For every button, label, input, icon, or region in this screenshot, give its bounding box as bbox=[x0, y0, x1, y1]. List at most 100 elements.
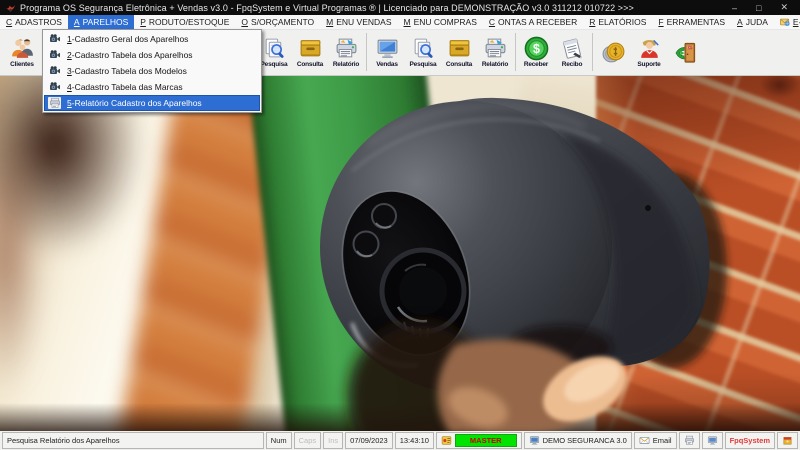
toolbar-button-sair[interactable]: EXIT bbox=[667, 29, 703, 75]
toolbar-button-consulta-1[interactable]: Consulta bbox=[292, 29, 328, 75]
camera-icon bbox=[49, 50, 60, 58]
menu-item-label: 5-Relatório Cadastro dos Aparelhos bbox=[67, 98, 202, 108]
monitor-small-icon bbox=[707, 436, 717, 445]
toolbar-button-label: Relatório bbox=[481, 61, 509, 68]
menu-item-label: 3-Cadastro Tabela dos Modelos bbox=[67, 66, 187, 76]
toolbar-separator bbox=[366, 33, 367, 71]
app-window: Programa OS Segurança Eletrônica + Venda… bbox=[0, 0, 800, 450]
menu-item-cadastro-tabela-aparelhos[interactable]: 2-Cadastro Tabela dos Aparelhos bbox=[44, 47, 260, 63]
toolbar-button-suporte[interactable]: Suporte bbox=[631, 29, 667, 75]
menu-item-label: 4-Cadastro Tabela das Marcas bbox=[67, 82, 183, 92]
toolbar-button-label: Consulta bbox=[445, 61, 473, 68]
toolbar-button-vendas[interactable]: Vendas bbox=[369, 29, 405, 75]
camera-photo bbox=[0, 75, 800, 433]
status-company: DEMO SEGURANCA 3.0 bbox=[523, 432, 632, 449]
status-date: 07/09/2023 bbox=[345, 432, 393, 449]
camera-screw bbox=[645, 205, 651, 211]
toolbar-separator bbox=[515, 33, 516, 71]
printer-icon bbox=[485, 38, 505, 58]
menu-item-cadastro-tabela-marcas[interactable]: 4-Cadastro Tabela das Marcas bbox=[44, 79, 260, 95]
toolbar-button-label: Relatório bbox=[332, 61, 360, 68]
statusbar: Pesquisa Relatório dos Aparelhos Num Cap… bbox=[0, 431, 800, 450]
toolbar-button-label: Vendas bbox=[376, 61, 398, 68]
status-num-lock: Num bbox=[265, 432, 292, 449]
exit-door-icon: EXIT bbox=[675, 42, 695, 63]
status-message: Pesquisa Relatório dos Aparelhos bbox=[2, 432, 264, 449]
drawer-icon bbox=[300, 40, 320, 57]
menu-ajuda[interactable]: A JUDA bbox=[731, 15, 774, 29]
menu-email[interactable]: E-MAIL bbox=[774, 15, 800, 29]
printer-small-icon bbox=[684, 435, 694, 445]
toolbar-button-label: Suporte bbox=[637, 61, 661, 68]
toolbar-button-consulta-2[interactable]: Consulta bbox=[441, 29, 477, 75]
support-icon bbox=[640, 39, 659, 58]
email-icon bbox=[779, 18, 790, 27]
status-user-panel: MASTER bbox=[435, 432, 522, 449]
status-brand: FpqSystem bbox=[724, 432, 775, 449]
svg-text:EXIT: EXIT bbox=[686, 45, 692, 49]
status-email-button[interactable]: Email bbox=[633, 432, 677, 449]
menu-cadastros[interactable]: C ADASTROS bbox=[0, 15, 68, 29]
drawer-icon bbox=[449, 40, 469, 57]
camera-icon bbox=[49, 82, 60, 90]
menu-relatorios[interactable]: R ELATÓRIOS bbox=[583, 15, 652, 29]
toolbar-button-label: Pesquisa bbox=[409, 61, 437, 68]
toolbar-button-receber[interactable]: $ Receber bbox=[518, 29, 554, 75]
search-doc-icon bbox=[414, 38, 433, 58]
toolbar-button-label: Recibo bbox=[561, 61, 583, 68]
box-icon bbox=[783, 437, 792, 445]
status-insert: Ins bbox=[323, 432, 344, 449]
toolbar-button-label: Pesquisa bbox=[260, 61, 288, 68]
maximize-button[interactable]: □ bbox=[756, 3, 761, 13]
camera-icon bbox=[49, 66, 60, 74]
menubar: C ADASTROS A PARELHOS P RODUTO/ESTOQUE O S/O… bbox=[0, 15, 800, 30]
toolbar-button-clientes[interactable]: Clientes bbox=[0, 29, 44, 75]
menu-menu-vendas[interactable]: M ENU VENDAS bbox=[320, 15, 397, 29]
menu-menu-compras[interactable]: M ENU COMPRAS bbox=[398, 15, 483, 29]
menu-item-cadastro-geral-aparelhos[interactable]: 1-Cadastro Geral dos Aparelhos bbox=[44, 31, 260, 47]
toolbar-button-label: Consulta bbox=[296, 61, 324, 68]
window-title: Programa OS Segurança Eletrônica + Venda… bbox=[20, 2, 634, 13]
menu-aparelhos[interactable]: A PARELHOS bbox=[67, 15, 135, 29]
status-fpq-button[interactable] bbox=[777, 432, 798, 449]
toolbar-button-moeda[interactable] bbox=[595, 29, 631, 75]
status-print-button[interactable] bbox=[678, 432, 700, 449]
toolbar-separator bbox=[592, 33, 593, 71]
monitor-icon bbox=[377, 39, 397, 58]
close-button[interactable]: ✕ bbox=[780, 2, 788, 13]
menu-ferramentas[interactable]: F ERRAMENTAS bbox=[652, 15, 731, 29]
search-doc-icon bbox=[265, 38, 284, 58]
toolbar-button-relatorio-1[interactable]: Relatório bbox=[328, 29, 364, 75]
status-caps-lock: Caps bbox=[293, 432, 322, 449]
menu-item-label: 1-Cadastro Geral dos Aparelhos bbox=[67, 34, 189, 44]
menu-item-label: 2-Cadastro Tabela dos Aparelhos bbox=[67, 50, 193, 60]
toolbar-button-relatorio-2[interactable]: Relatório bbox=[477, 29, 513, 75]
titlebar: Programa OS Segurança Eletrônica + Venda… bbox=[0, 0, 800, 15]
status-time: 13:43:10 bbox=[394, 432, 434, 449]
minimize-button[interactable]: – bbox=[732, 3, 737, 13]
menu-item-relatorio-cadastro-aparelhos[interactable]: 5-Relatório Cadastro dos Aparelhos bbox=[44, 95, 260, 111]
menu-os-orcamento[interactable]: O S/ORÇAMENTO bbox=[235, 15, 320, 29]
status-user-badge: MASTER bbox=[454, 434, 517, 447]
toolbar-button-label: Clientes bbox=[10, 61, 34, 68]
menu-produto-estoque[interactable]: P RODUTO/ESTOQUE bbox=[134, 15, 235, 29]
menu-item-cadastro-tabela-modelos[interactable]: 3-Cadastro Tabela dos Modelos bbox=[44, 63, 260, 79]
toolbar-button-pesquisa-2[interactable]: Pesquisa bbox=[405, 29, 441, 75]
status-monitor-button[interactable] bbox=[701, 432, 723, 449]
envelope-icon bbox=[639, 437, 650, 444]
menu-contas-a-receber[interactable]: C ONTAS A RECEBER bbox=[483, 15, 583, 29]
menu-email-label: E-MAIL bbox=[792, 17, 800, 27]
report-icon bbox=[49, 97, 60, 108]
coin-icon bbox=[602, 42, 624, 62]
certificate-icon bbox=[441, 436, 452, 445]
aparelhos-dropdown-menu: 1-Cadastro Geral dos Aparelhos 2-Cadastr… bbox=[42, 29, 262, 113]
svg-text:$: $ bbox=[533, 42, 540, 56]
toolbar-button-label: Receber bbox=[523, 61, 549, 68]
receipt-icon bbox=[562, 38, 582, 59]
dollar-icon: $ bbox=[524, 36, 548, 61]
camera-icon bbox=[49, 34, 60, 42]
app-logo-icon bbox=[5, 2, 16, 13]
computer-icon bbox=[529, 436, 539, 445]
printer-icon bbox=[336, 38, 356, 58]
toolbar-button-recibo[interactable]: Recibo bbox=[554, 29, 590, 75]
